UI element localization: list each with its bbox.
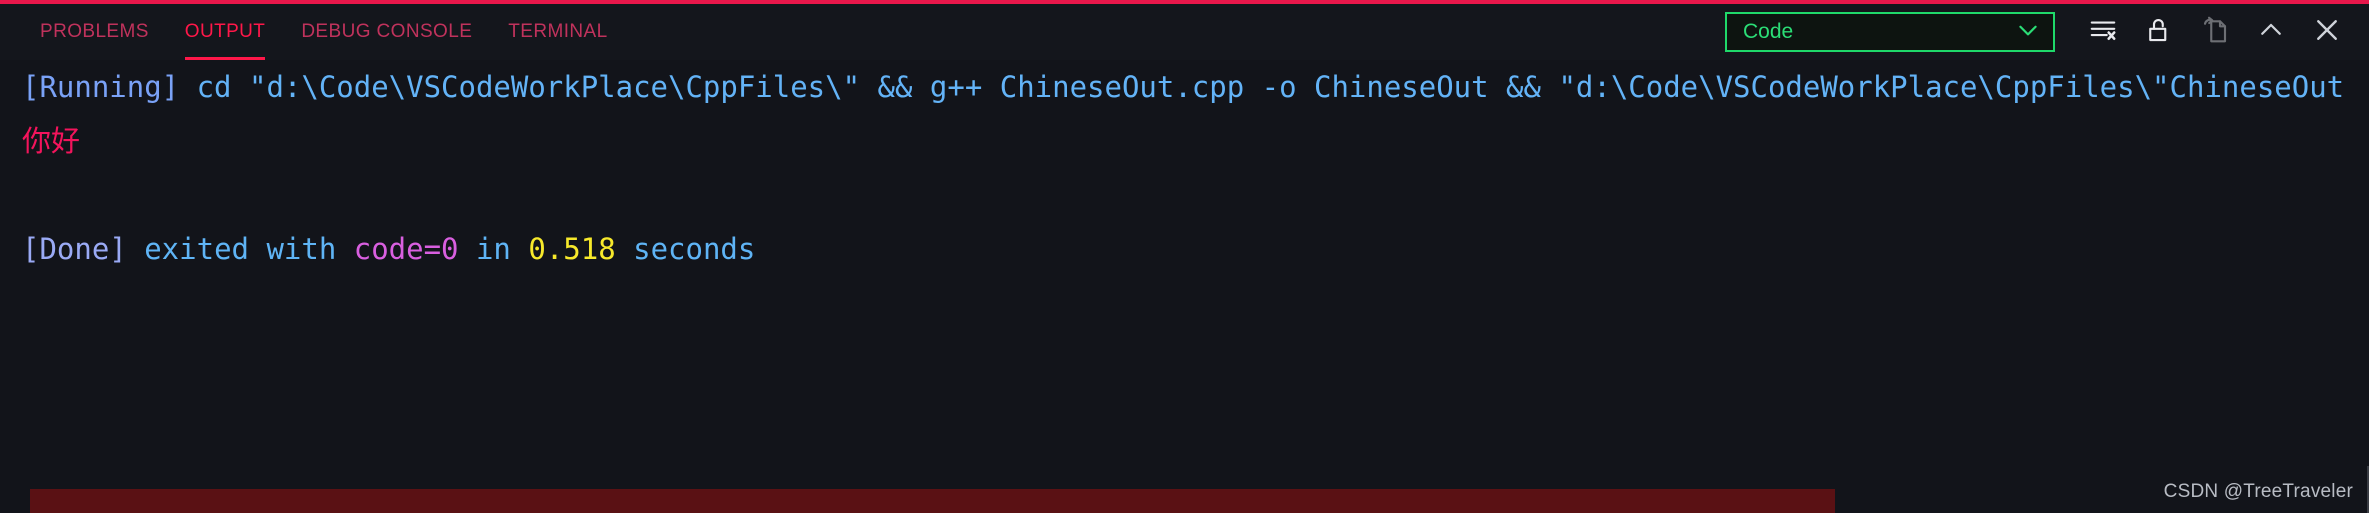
output-segment: [Running] <box>22 70 180 104</box>
output-segment: exited with <box>126 232 354 266</box>
output-segment: seconds <box>615 232 756 266</box>
close-panel-button[interactable] <box>2299 9 2355 55</box>
tab-label: PROBLEMS <box>40 21 149 42</box>
output-line: [Running] cd "d:\Code\VSCodeWorkPlace\Cp… <box>0 60 2369 114</box>
output-line: 你好 <box>0 114 2369 168</box>
tab-debug-console[interactable]: DEBUG CONSOLE <box>283 4 490 60</box>
open-file-icon <box>2200 15 2230 50</box>
output-channel-select[interactable]: Code <box>1725 12 2055 52</box>
tab-label: DEBUG CONSOLE <box>301 21 473 42</box>
output-segment: in <box>458 232 529 266</box>
tab-terminal[interactable]: TERMINAL <box>490 4 625 60</box>
output-segment: 你好 <box>22 124 81 158</box>
clear-all-icon <box>2088 15 2118 50</box>
chevron-up-icon <box>2256 15 2286 50</box>
collapse-panel-button[interactable] <box>2243 9 2299 55</box>
tab-problems[interactable]: PROBLEMS <box>22 4 167 60</box>
tab-label: TERMINAL <box>508 21 608 42</box>
clear-output-button[interactable] <box>2075 9 2131 55</box>
unlock-icon <box>2144 15 2174 50</box>
output-segment: cd "d:\Code\VSCodeWorkPlace\CppFiles\" &… <box>179 70 2345 104</box>
open-in-editor-button[interactable] <box>2187 9 2243 55</box>
tab-label: OUTPUT <box>184 21 266 42</box>
chevron-down-icon <box>2015 17 2041 48</box>
unlock-scroll-button[interactable] <box>2131 9 2187 55</box>
output-segment: 0.518 <box>528 232 616 266</box>
close-icon <box>2312 15 2342 50</box>
vscode-output-panel: PROBLEMS OUTPUT DEBUG CONSOLE TERMINAL Code <box>0 0 2369 513</box>
tab-output[interactable]: OUTPUT <box>167 4 284 60</box>
output-text-area[interactable]: [Running] cd "d:\Code\VSCodeWorkPlace\Cp… <box>0 60 2369 478</box>
output-line: [Done] exited with code=0 in 0.518 secon… <box>0 222 2369 276</box>
output-segment: [Done] <box>22 232 127 266</box>
panel-header-actions: Code <box>1725 4 2355 60</box>
output-segment: code=0 <box>353 232 459 266</box>
panel-tabs: PROBLEMS OUTPUT DEBUG CONSOLE TERMINAL <box>0 4 626 60</box>
output-channel-value: Code <box>1743 20 1794 43</box>
watermark-label: CSDN @TreeTraveler <box>2163 481 2353 502</box>
bottom-status-bar <box>30 489 1835 513</box>
